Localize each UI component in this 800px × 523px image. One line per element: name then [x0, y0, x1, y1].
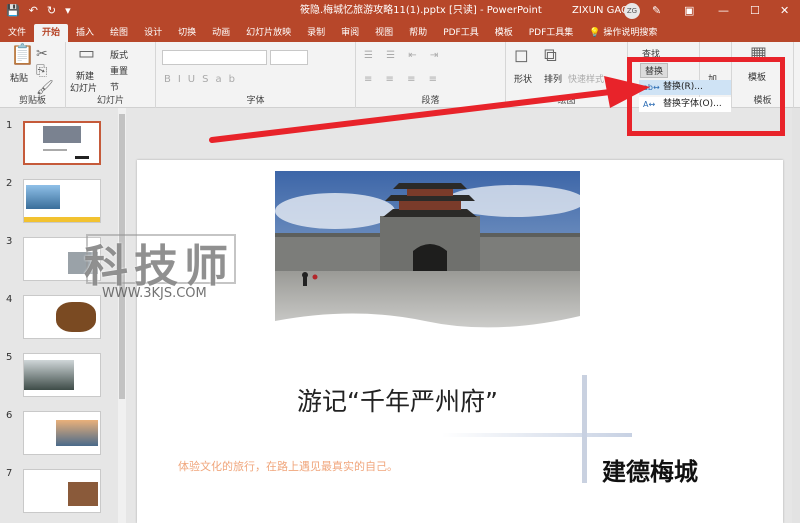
slide-thumbnail-5[interactable]	[23, 353, 101, 397]
undo-icon[interactable]: ↶	[29, 0, 38, 22]
thumb-photo	[26, 185, 60, 209]
slide-number: 2	[6, 178, 13, 189]
copy-icon[interactable]: ⎘	[36, 63, 47, 79]
thumbnail-scrollbar[interactable]	[118, 108, 126, 523]
thumb-photo	[43, 126, 81, 143]
slide-subtitle[interactable]: 体验文化的旅行，在路上遇见最真实的自己。	[178, 458, 398, 474]
paste-icon[interactable]: 📋	[10, 44, 35, 64]
slide-photo[interactable]	[275, 171, 580, 341]
group-paragraph: ☰ ☰ ⇤ ⇥ ≡ ≡ ≡ ≡ 段落	[356, 42, 506, 108]
tab-design[interactable]: 设计	[136, 24, 170, 42]
font-format-icons[interactable]: BIUSab	[164, 74, 242, 85]
slide-number: 7	[6, 468, 13, 479]
arrange-icon[interactable]: ⧉	[544, 47, 557, 65]
minimize-icon[interactable]: —	[718, 0, 729, 22]
thumb-photo	[56, 302, 96, 332]
ribbon-tabs: 文件 开始 插入 绘图 设计 切换 动画 幻灯片放映 录制 审阅 视图 帮助 P…	[0, 22, 800, 42]
watermark-url: WWW.3KJS.COM	[102, 286, 207, 301]
slide-city-name[interactable]: 建德梅城	[602, 452, 698, 487]
tell-me-search[interactable]: 💡 操作说明搜索	[581, 24, 665, 42]
tab-review[interactable]: 审阅	[333, 24, 367, 42]
city-gate-photo	[275, 171, 580, 341]
slide-canvas[interactable]: 游记“千年严州府” 体验文化的旅行，在路上遇见最真实的自己。 建德梅城	[137, 160, 783, 523]
pen-icon[interactable]: ✎	[652, 0, 661, 22]
thumb-photo	[68, 482, 98, 506]
decor-horizontal-line	[442, 433, 632, 437]
thumb-text-line	[75, 156, 89, 159]
lightbulb-icon: 💡	[589, 28, 601, 38]
new-slide-icon[interactable]: ▭	[78, 45, 95, 63]
section-button[interactable]: 节	[110, 80, 119, 93]
watermark-text: 科技师	[84, 241, 234, 292]
close-icon[interactable]: ✕	[780, 0, 789, 22]
list-icons[interactable]: ☰ ☰ ⇤ ⇥	[364, 50, 443, 61]
ribbon-options-icon[interactable]: ▣	[684, 0, 694, 22]
slide-title[interactable]: 游记“千年严州府”	[297, 382, 498, 418]
window-title: 筱隐.梅城忆旅游攻略11(1).pptx [只读] - PowerPoint	[300, 5, 542, 16]
slide-number: 6	[6, 410, 13, 421]
thumb-bar	[24, 217, 100, 222]
slide-scrollbar[interactable]	[792, 108, 800, 523]
tab-file[interactable]: 文件	[0, 24, 34, 42]
annotation-highlight-box	[627, 57, 785, 136]
shape-icon[interactable]: ◻	[514, 47, 529, 65]
slide-thumbnail-4[interactable]	[23, 295, 101, 339]
redo-icon[interactable]: ↻	[47, 0, 56, 22]
avatar[interactable]: ZG	[624, 3, 640, 19]
thumb-text-line	[43, 149, 67, 151]
tell-me-label: 操作说明搜索	[603, 28, 658, 38]
title-bar: 💾 ↶ ↻ ▾ 筱隐.梅城忆旅游攻略11(1).pptx [只读] - Powe…	[0, 0, 800, 22]
customize-icon[interactable]: ▾	[65, 0, 71, 22]
layout-button[interactable]: 版式	[110, 48, 128, 61]
tab-help[interactable]: 帮助	[401, 24, 435, 42]
tab-transitions[interactable]: 切换	[170, 24, 204, 42]
save-icon[interactable]: 💾	[6, 0, 20, 22]
group-slides: ▭ 新建 幻灯片 版式 重置 节 幻灯片	[66, 42, 156, 108]
tab-templates[interactable]: 模板	[487, 24, 521, 42]
quick-styles-button[interactable]: 快速样式	[568, 72, 604, 85]
slide-thumbnail-pane: 1 2 3 4 5 6 7	[0, 108, 118, 523]
tab-pdf-tools[interactable]: PDF工具	[435, 24, 487, 42]
slide-number: 4	[6, 294, 13, 305]
maximize-icon[interactable]: ☐	[750, 0, 760, 22]
slides-label: 幻灯片	[96, 96, 124, 106]
paragraph-label: 段落	[421, 96, 440, 106]
tab-home[interactable]: 开始	[34, 24, 69, 42]
arrange-button[interactable]: 排列	[544, 72, 562, 85]
font-label: 字体	[246, 96, 265, 106]
cut-icon[interactable]: ✂	[36, 46, 48, 62]
font-name-box[interactable]	[162, 50, 267, 65]
slide-thumbnail-1[interactable]	[23, 121, 101, 165]
font-size-box[interactable]	[270, 50, 308, 65]
align-icons[interactable]: ≡ ≡ ≡ ≡	[364, 74, 442, 85]
slide-number: 1	[6, 120, 13, 131]
slide-number: 5	[6, 352, 13, 363]
tab-draw[interactable]: 绘图	[102, 24, 136, 42]
group-font: BIUSab 字体	[156, 42, 356, 108]
thumb-photo	[56, 420, 98, 446]
group-clipboard: 📋 粘贴 ✂ ⎘ 🖌 剪贴板	[0, 42, 66, 108]
group-drawing: ◻ 形状 ⧉ 排列 快速样式 绘图	[506, 42, 628, 108]
slide-thumbnail-6[interactable]	[23, 411, 101, 455]
reset-button[interactable]: 重置	[110, 64, 128, 77]
tab-slideshow[interactable]: 幻灯片放映	[238, 24, 299, 42]
quick-access-toolbar: 💾 ↶ ↻ ▾	[0, 0, 71, 22]
tab-record[interactable]: 录制	[299, 24, 333, 42]
paste-button[interactable]: 粘贴	[10, 71, 28, 84]
slide-thumbnail-7[interactable]	[23, 469, 101, 513]
shape-button[interactable]: 形状	[514, 72, 532, 85]
user-name[interactable]: ZIXUN GAO	[572, 0, 629, 22]
decor-vertical-line	[582, 375, 587, 483]
thumb-photo	[24, 360, 74, 390]
watermark: 科技师 WWW.3KJS.COM	[84, 230, 244, 301]
tab-pdf-toolset[interactable]: PDF工具集	[521, 24, 582, 42]
tab-animations[interactable]: 动画	[204, 24, 238, 42]
clipboard-label: 剪贴板	[18, 96, 46, 106]
tab-view[interactable]: 视图	[367, 24, 401, 42]
slide-number: 3	[6, 236, 13, 247]
tab-insert[interactable]: 插入	[68, 24, 102, 42]
drawing-label: 绘图	[557, 96, 576, 106]
slide-thumbnail-2[interactable]	[23, 179, 101, 223]
